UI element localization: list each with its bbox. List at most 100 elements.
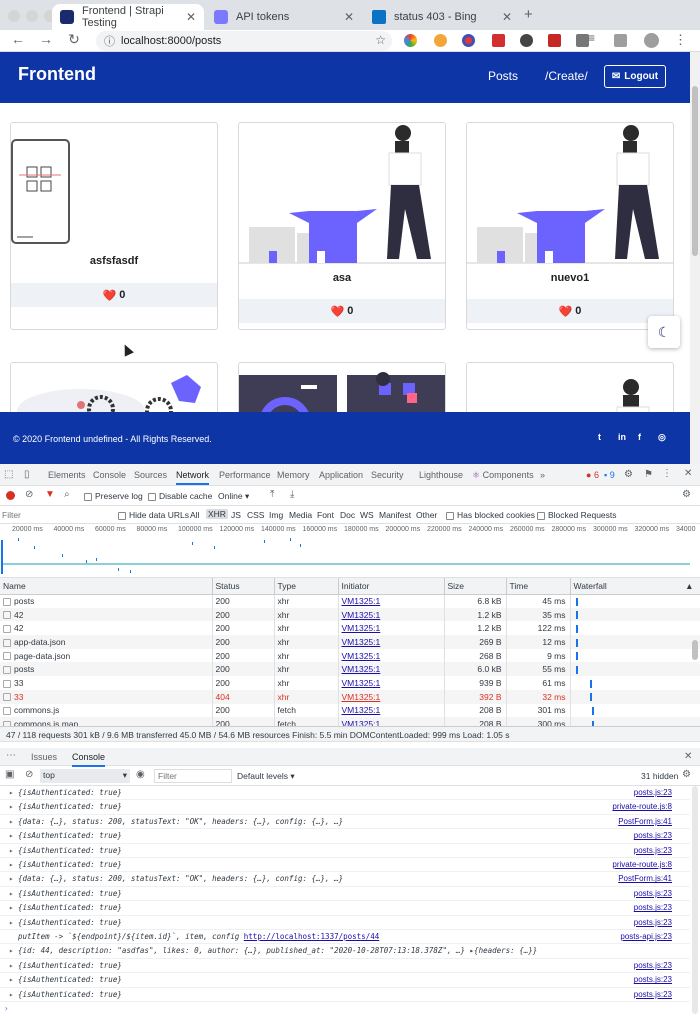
- type-filter-doc[interactable]: Doc: [340, 510, 355, 520]
- console-url-link[interactable]: http://localhost:1337/posts/44: [244, 932, 379, 941]
- forward-icon[interactable]: →: [36, 31, 56, 47]
- like-button[interactable]: ❤️ 0: [11, 283, 217, 307]
- type-filter-js[interactable]: JS: [231, 510, 241, 520]
- expand-triangle-icon[interactable]: ▸: [9, 858, 14, 872]
- blocked-requests-checkbox[interactable]: Blocked Requests: [537, 510, 617, 520]
- reload-icon[interactable]: ↻: [64, 31, 84, 48]
- tab-api-tokens[interactable]: API tokens ✕: [206, 4, 362, 30]
- devtools-tab-performance[interactable]: Performance: [219, 470, 271, 480]
- type-filter-all[interactable]: All: [190, 510, 199, 520]
- table-row[interactable]: commons.js 200 fetch VM1325:1 208 B 301 ms: [0, 703, 700, 718]
- new-tab-icon[interactable]: +: [524, 6, 533, 23]
- address-bar[interactable]: ⓘ localhost:8000/posts ☆: [96, 31, 392, 51]
- context-selector[interactable]: top ▾: [40, 769, 130, 783]
- type-filter-img[interactable]: Img: [269, 510, 283, 520]
- expand-triangle-icon[interactable]: ▸: [9, 916, 14, 930]
- network-settings-icon[interactable]: ⚙: [682, 489, 691, 500]
- expand-triangle-icon[interactable]: ▸: [9, 944, 14, 958]
- type-filter-other[interactable]: Other: [416, 510, 437, 520]
- console-message[interactable]: ▸ {id: 44, description: "asdfas", likes: …: [0, 944, 690, 959]
- devtools-tab-application[interactable]: Application: [319, 470, 363, 480]
- tab-close-icon[interactable]: ✕: [186, 10, 196, 24]
- request-initiator-link[interactable]: VM1325:1: [338, 703, 445, 718]
- request-initiator-link[interactable]: VM1325:1: [338, 607, 445, 622]
- expand-triangle-icon[interactable]: ▸: [9, 973, 14, 987]
- console-source-link[interactable]: posts.js:23: [634, 916, 672, 930]
- table-row[interactable]: 33 404 xhr VM1325:1 392 B 32 ms: [0, 689, 700, 704]
- reading-list-icon[interactable]: ≡: [588, 31, 601, 45]
- clear-icon[interactable]: ⊘: [25, 489, 33, 500]
- filter-icon[interactable]: ▼: [45, 489, 55, 500]
- column-header-name[interactable]: Name: [0, 578, 213, 595]
- request-initiator-link[interactable]: VM1325:1: [338, 621, 445, 636]
- console-settings-icon[interactable]: ⚙: [682, 769, 691, 780]
- site-brand[interactable]: Frontend: [18, 64, 96, 85]
- console-source-link[interactable]: posts.js:23: [634, 988, 672, 1002]
- console-source-link[interactable]: private-route.js:8: [612, 858, 672, 872]
- kebab-menu-icon[interactable]: ⋮: [674, 32, 687, 48]
- post-card[interactable]: asfsfasdf ❤️ 0: [10, 122, 218, 330]
- console-message[interactable]: ▸ {isAuthenticated: true} private-route.js…: [0, 800, 690, 815]
- devtools-tab-console[interactable]: Console: [93, 470, 126, 480]
- tab-close-icon[interactable]: ✕: [344, 10, 354, 24]
- expand-triangle-icon[interactable]: ▸: [9, 988, 14, 1002]
- devtools-tab-components[interactable]: ⚛ Components: [472, 470, 534, 481]
- extension-icon[interactable]: [548, 34, 561, 47]
- inspect-element-icon[interactable]: ⬚: [4, 469, 13, 480]
- table-row[interactable]: app-data.json 200 xhr VM1325:1 269 B 12 ms: [0, 635, 700, 649]
- record-icon[interactable]: [6, 491, 15, 500]
- more-tabs-icon[interactable]: »: [540, 470, 545, 480]
- console-source-link[interactable]: posts.js:23: [634, 887, 672, 901]
- console-source-link[interactable]: PostForm.js:41: [618, 815, 672, 829]
- expand-triangle-icon[interactable]: ▸: [9, 800, 14, 814]
- type-filter-ws[interactable]: WS: [360, 510, 374, 520]
- device-toolbar-icon[interactable]: ▯: [24, 469, 30, 480]
- profile-avatar-icon[interactable]: [644, 33, 659, 48]
- request-initiator-link[interactable]: VM1325:1: [338, 635, 445, 649]
- has-blocked-cookies-checkbox[interactable]: Has blocked cookies: [446, 510, 535, 520]
- extension-icon[interactable]: [492, 34, 505, 47]
- request-initiator-link[interactable]: VM1325:1: [338, 594, 445, 608]
- bookmark-star-icon[interactable]: ☆: [375, 33, 386, 47]
- table-row[interactable]: posts 200 xhr VM1325:1 6.0 kB 55 ms: [0, 662, 700, 677]
- column-header-time[interactable]: Time: [506, 578, 571, 595]
- extensions-puzzle-icon[interactable]: [614, 34, 627, 47]
- console-source-link[interactable]: PostForm.js:41: [618, 872, 672, 886]
- console-source-link[interactable]: private-route.js:8: [612, 800, 672, 814]
- extension-icon[interactable]: [520, 34, 533, 47]
- console-message[interactable]: ▸ {isAuthenticated: true} posts.js:23: [0, 829, 690, 844]
- clear-console-icon[interactable]: ⊘: [25, 769, 33, 780]
- request-initiator-link[interactable]: VM1325:1: [338, 662, 445, 677]
- log-levels-select[interactable]: Default levels ▾: [237, 771, 295, 782]
- expand-triangle-icon[interactable]: ▸: [9, 887, 14, 901]
- info-icon[interactable]: ⓘ: [104, 33, 115, 49]
- logout-button[interactable]: ✉ Logout: [604, 65, 666, 88]
- console-source-link[interactable]: posts.js:23: [634, 959, 672, 973]
- close-drawer-icon[interactable]: ✕: [684, 751, 692, 762]
- export-har-icon[interactable]: ⤓: [290, 489, 294, 500]
- console-source-link[interactable]: posts.js:23: [634, 786, 672, 800]
- table-row[interactable]: posts 200 xhr VM1325:1 6.8 kB 45 ms: [0, 594, 700, 608]
- devtools-tab-memory[interactable]: Memory: [277, 470, 310, 480]
- console-message[interactable]: ▸ {isAuthenticated: true} posts.js:23: [0, 959, 690, 974]
- console-message[interactable]: ▸ {data: {…}, status: 200, statusText: "O…: [0, 815, 690, 830]
- network-filter-input[interactable]: [2, 508, 110, 522]
- console-message[interactable]: ▸ {isAuthenticated: true} posts.js:23: [0, 973, 690, 988]
- devtools-menu-icon[interactable]: ⋮: [662, 468, 672, 479]
- close-devtools-icon[interactable]: ✕: [684, 468, 692, 479]
- instagram-icon[interactable]: ◎: [658, 432, 666, 443]
- tab-bing[interactable]: status 403 - Bing ✕: [364, 4, 520, 30]
- post-card[interactable]: nuevo1 ❤️ 0: [466, 122, 674, 330]
- search-icon[interactable]: ⌕: [64, 489, 70, 500]
- settings-gear-icon[interactable]: ⚙: [624, 469, 633, 480]
- message-badge[interactable]: ▪ 9: [604, 470, 615, 480]
- window-minimize-button[interactable]: [26, 10, 38, 22]
- console-message[interactable]: ▸ {isAuthenticated: true} posts.js:23: [0, 901, 690, 916]
- extension-icon[interactable]: [462, 34, 475, 47]
- column-header-status[interactable]: Status: [212, 578, 275, 595]
- type-filter-css[interactable]: CSS: [247, 510, 264, 520]
- console-source-link[interactable]: posts.js:23: [634, 973, 672, 987]
- console-source-link[interactable]: posts.js:23: [634, 844, 672, 858]
- live-expression-eye-icon[interactable]: ◉: [136, 769, 145, 780]
- column-header-size[interactable]: Size: [444, 578, 507, 595]
